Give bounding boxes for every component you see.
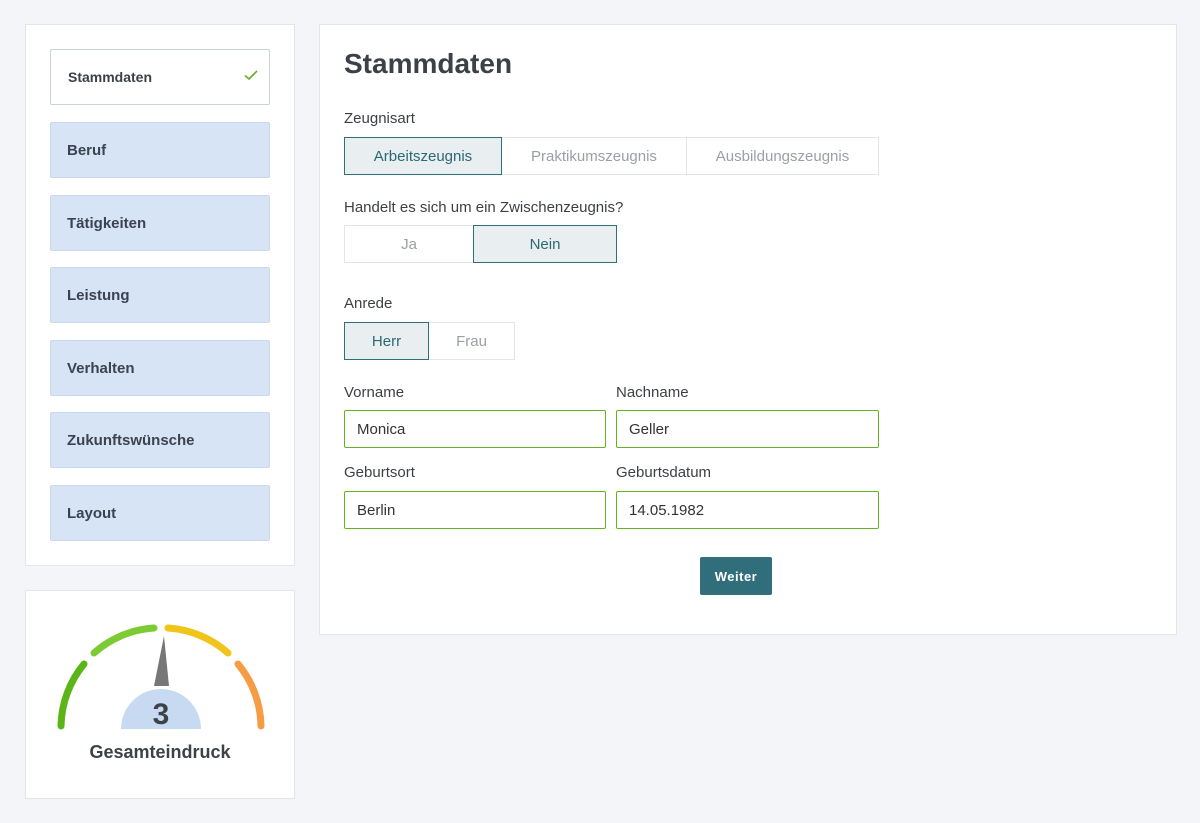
step-navigation: Stammdaten Beruf Tätigkeiten Leistung Ve… xyxy=(25,24,295,566)
gauge-segment-2 xyxy=(90,624,158,657)
step-zukunftswuensche[interactable]: Zukunftswünsche xyxy=(50,412,270,468)
geburtsort-field[interactable] xyxy=(344,491,606,529)
gauge-value: 3 xyxy=(153,698,170,731)
step-label: Zukunftswünsche xyxy=(67,431,195,449)
step-taetigkeiten[interactable]: Tätigkeiten xyxy=(50,195,270,251)
gauge-segment-3 xyxy=(164,624,232,657)
step-label: Leistung xyxy=(67,286,130,304)
option-ja[interactable]: Ja xyxy=(344,225,474,263)
zwischenzeugnis-label: Handelt es sich um ein Zwischenzeugnis? xyxy=(344,199,624,216)
nachname-field[interactable] xyxy=(616,410,879,448)
option-nein[interactable]: Nein xyxy=(473,225,617,263)
next-button[interactable]: Weiter xyxy=(700,557,772,595)
zeugnisart-label: Zeugnisart xyxy=(344,110,415,127)
step-layout[interactable]: Layout xyxy=(50,485,270,541)
step-leistung[interactable]: Leistung xyxy=(50,267,270,323)
check-icon xyxy=(244,70,258,81)
step-label: Stammdaten xyxy=(68,69,153,85)
geburtsdatum-label: Geburtsdatum xyxy=(616,464,712,481)
step-beruf[interactable]: Beruf xyxy=(50,122,270,178)
step-verhalten[interactable]: Verhalten xyxy=(50,340,270,396)
option-frau[interactable]: Frau xyxy=(428,322,515,360)
gauge-needle xyxy=(154,636,169,686)
step-stammdaten[interactable]: Stammdaten xyxy=(50,49,280,105)
overall-rating-panel: 3 Gesamteindruck xyxy=(25,590,295,799)
option-praktikumszeugnis[interactable]: Praktikumszeugnis xyxy=(501,137,687,175)
gauge-label: Gesamteindruck xyxy=(89,742,231,762)
form-panel: Stammdaten Zeugnisart Arbeitszeugnis Pra… xyxy=(319,24,1177,635)
nachname-label: Nachname xyxy=(616,384,689,401)
geburtsort-label: Geburtsort xyxy=(344,464,415,481)
option-arbeitszeugnis[interactable]: Arbeitszeugnis xyxy=(344,137,502,175)
vorname-label: Vorname xyxy=(344,384,405,401)
anrede-selector: Herr Frau xyxy=(344,322,515,360)
option-ausbildungszeugnis[interactable]: Ausbildungszeugnis xyxy=(686,137,879,175)
step-label: Beruf xyxy=(67,141,107,159)
step-label: Tätigkeiten xyxy=(67,214,147,232)
step-label: Verhalten xyxy=(67,359,135,377)
active-step-pointer xyxy=(270,55,280,69)
page-title: Stammdaten xyxy=(344,48,513,79)
gauge-segment-4 xyxy=(234,660,265,730)
vorname-field[interactable] xyxy=(344,410,606,448)
zeugnisart-selector: Arbeitszeugnis Praktikumszeugnis Ausbild… xyxy=(344,137,879,175)
option-herr[interactable]: Herr xyxy=(344,322,429,360)
geburtsdatum-field[interactable] xyxy=(616,491,879,529)
rating-gauge: 3 xyxy=(57,624,265,731)
step-label: Layout xyxy=(67,504,117,522)
zwischenzeugnis-selector: Ja Nein xyxy=(344,225,617,263)
anrede-label: Anrede xyxy=(344,295,393,312)
gauge-segment-1 xyxy=(57,660,88,730)
